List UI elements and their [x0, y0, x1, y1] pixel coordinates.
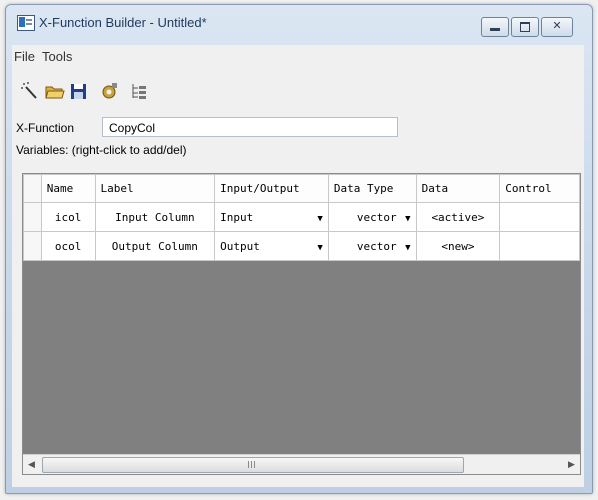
row-header[interactable] [23, 202, 42, 232]
grip-icon [248, 461, 256, 468]
settings-icon[interactable] [98, 81, 120, 101]
input-output-value: Input [220, 210, 254, 224]
x-function-builder-window: X-Function Builder - Untitled* File Tool… [5, 4, 593, 494]
data-type-dropdown[interactable]: vector ▼ [357, 211, 411, 224]
cell-data[interactable]: <active> [415, 202, 501, 232]
cell-input-output[interactable]: Output ▼ [214, 231, 329, 261]
column-header-name[interactable]: Name [40, 174, 96, 203]
minimize-button[interactable] [481, 17, 509, 37]
open-folder-icon[interactable] [44, 81, 66, 101]
data-type-value: vector [356, 239, 397, 253]
corner-cell [23, 174, 42, 203]
dropdown-arrow-icon[interactable]: ▼ [405, 214, 410, 224]
maximize-button[interactable] [511, 17, 539, 37]
cell-data-type[interactable]: vector ▼ [327, 202, 417, 232]
cell-control[interactable] [499, 231, 580, 261]
input-output-value: Output [220, 239, 260, 253]
variables-table: Name Label Input/Output Data Type Data C… [23, 174, 580, 261]
input-output-dropdown[interactable]: Input ▼ [220, 211, 323, 224]
dropdown-arrow-icon[interactable]: ▼ [317, 243, 322, 253]
dropdown-arrow-icon[interactable]: ▼ [405, 243, 410, 253]
dropdown-arrow-icon[interactable]: ▼ [317, 214, 322, 224]
table-row[interactable]: ocol Output Column Output ▼ vector ▼ <new> [23, 231, 580, 261]
data-type-value: vector [356, 210, 397, 224]
title-bar: X-Function Builder - Untitled* [6, 5, 592, 45]
input-output-dropdown[interactable]: Output ▼ [220, 240, 323, 253]
wand-icon[interactable] [20, 81, 42, 101]
tree-view-icon[interactable] [128, 81, 150, 101]
x-function-name-input[interactable]: CopyCol [102, 117, 398, 137]
column-header-input-output[interactable]: Input/Output [214, 174, 329, 203]
horizontal-scrollbar[interactable]: ◀ ▶ [23, 454, 580, 474]
column-header-control[interactable]: Control [499, 174, 580, 203]
menu-bar: File Tools [12, 49, 584, 67]
cell-label[interactable]: Input Column [94, 202, 216, 232]
column-header-data-type[interactable]: Data Type [327, 174, 417, 203]
close-button[interactable] [541, 17, 573, 37]
app-icon [17, 15, 35, 31]
column-header-label[interactable]: Label [94, 174, 216, 203]
window-title: X-Function Builder - Untitled* [39, 15, 207, 30]
data-type-dropdown[interactable]: vector ▼ [357, 240, 411, 253]
variables-grid: Name Label Input/Output Data Type Data C… [22, 173, 581, 475]
x-function-label: X-Function [16, 121, 75, 135]
cell-name[interactable]: ocol [40, 231, 96, 261]
save-icon[interactable] [68, 81, 90, 101]
cell-data[interactable]: <new> [415, 231, 501, 261]
cell-input-output[interactable]: Input ▼ [214, 202, 329, 232]
scroll-left-arrow-icon[interactable]: ◀ [23, 455, 40, 474]
menu-tools[interactable]: Tools [42, 49, 72, 64]
table-header-row: Name Label Input/Output Data Type Data C… [23, 174, 580, 203]
variables-label: Variables: (right-click to add/del) [16, 143, 187, 157]
column-header-data[interactable]: Data [415, 174, 501, 203]
scroll-right-arrow-icon[interactable]: ▶ [563, 455, 580, 474]
cell-control[interactable] [499, 202, 580, 232]
table-row[interactable]: icol Input Column Input ▼ vector ▼ <active… [23, 202, 580, 232]
cell-label[interactable]: Output Column [94, 231, 216, 261]
client-area: File Tools X-Function CopyCol Variables:… [12, 45, 584, 487]
toolbar [20, 81, 220, 103]
menu-file[interactable]: File [14, 49, 35, 64]
row-header[interactable] [23, 231, 42, 261]
cell-name[interactable]: icol [40, 202, 96, 232]
scrollbar-thumb[interactable] [42, 457, 464, 473]
cell-data-type[interactable]: vector ▼ [327, 231, 417, 261]
